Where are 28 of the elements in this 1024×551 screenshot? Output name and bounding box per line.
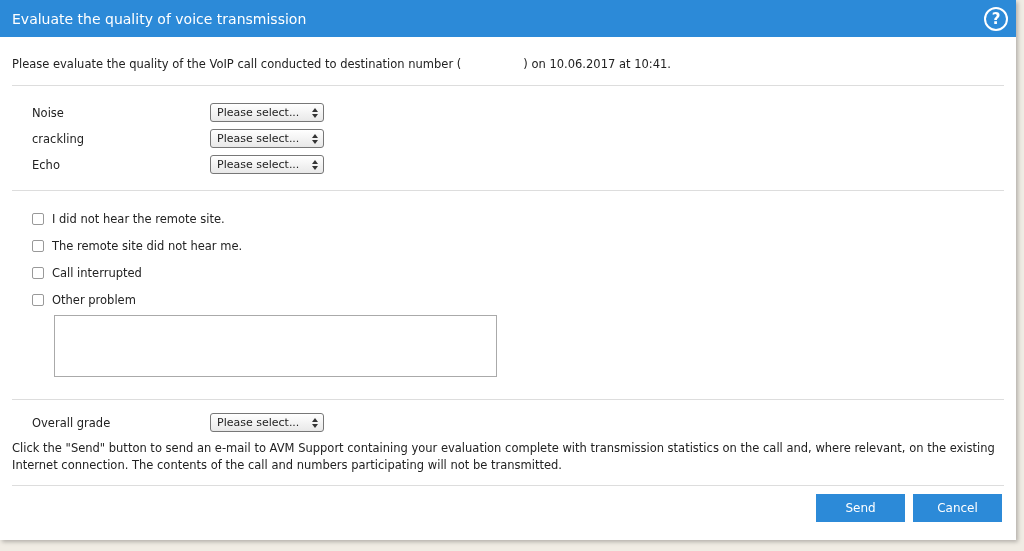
window-title: Evaluate the quality of voice transmission <box>12 10 307 27</box>
dialog-button[interactable]: Send <box>816 494 905 522</box>
dialog-button[interactable]: Cancel <box>913 494 1002 522</box>
updown-icon <box>312 159 318 170</box>
dropdown[interactable]: Please select... <box>210 155 324 174</box>
checkbox[interactable] <box>32 213 44 225</box>
updown-icon <box>312 107 318 118</box>
dropdown[interactable]: Please select... <box>210 129 324 148</box>
checkbox-label: The remote site did not hear me. <box>52 239 243 253</box>
intro-text: ) on 10.06.2017 at 10:41. <box>523 57 671 71</box>
dropdown[interactable]: Please select... <box>210 103 324 122</box>
overall-label: Overall grade <box>32 415 112 430</box>
checkbox-label: Call interrupted <box>52 266 142 280</box>
updown-icon <box>312 417 318 428</box>
rating-label: Noise <box>32 105 65 120</box>
problem-text-area[interactable] <box>54 315 497 377</box>
checkbox[interactable] <box>32 267 44 279</box>
checkbox[interactable] <box>32 240 44 252</box>
info-text: Click the "Send" button to send an e-mail to AVM Support containing your evaluation complete with transmission statistics on the call and, where relevant, on the existing Internet connection. The contents of the call and numbers participating will not be transmitted. <box>12 440 996 474</box>
updown-icon <box>312 133 318 144</box>
intro-text: Please evaluate the quality of the VoIP call conducted to destination number ( <box>12 57 462 71</box>
checkbox[interactable] <box>32 294 44 306</box>
help-button[interactable]: ? <box>984 6 1008 31</box>
checkbox-label: Other problem <box>52 293 136 307</box>
rating-label: crackling <box>32 131 86 146</box>
checkbox-label: I did not hear the remote site. <box>52 212 225 226</box>
dropdown[interactable]: Please select... <box>210 413 324 432</box>
rating-label: Echo <box>32 157 61 172</box>
